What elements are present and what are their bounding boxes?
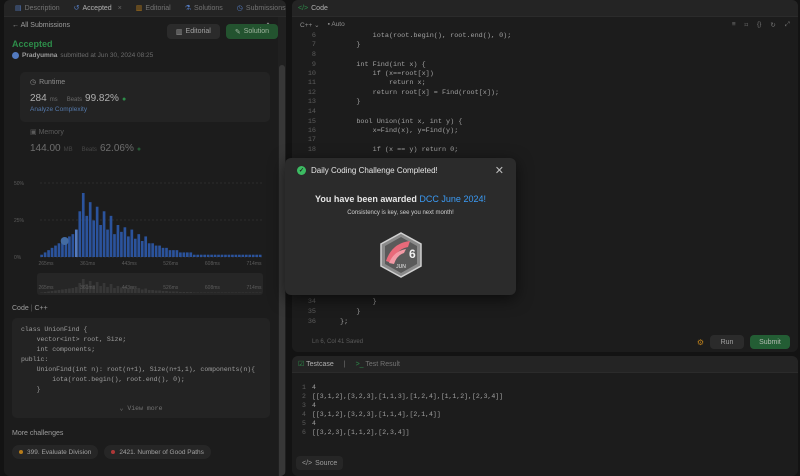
badge-number: 6 (409, 247, 416, 261)
award-name[interactable]: DCC June 2024! (419, 194, 486, 204)
award-modal: ✓ Daily Coding Challenge Completed! ✕ You… (285, 158, 516, 295)
award-text: You have been awarded DCC June 2024! (285, 194, 516, 204)
modal-title: Daily Coding Challenge Completed! (311, 166, 438, 175)
badge-month: JUN (396, 264, 406, 270)
app: ▤ Description ↺ Accepted × ▥ Editorial ⚗ Solu… (0, 0, 800, 476)
dcc-badge-icon: 6 JUN (380, 232, 422, 278)
award-prefix: You have been awarded (315, 194, 417, 204)
modal-subtitle: Consistency is key, see you next month! (347, 210, 454, 216)
check-circle-icon: ✓ (297, 166, 306, 175)
modal-title-row: ✓ Daily Coding Challenge Completed! (297, 166, 438, 175)
close-icon[interactable]: ✕ (495, 164, 504, 177)
